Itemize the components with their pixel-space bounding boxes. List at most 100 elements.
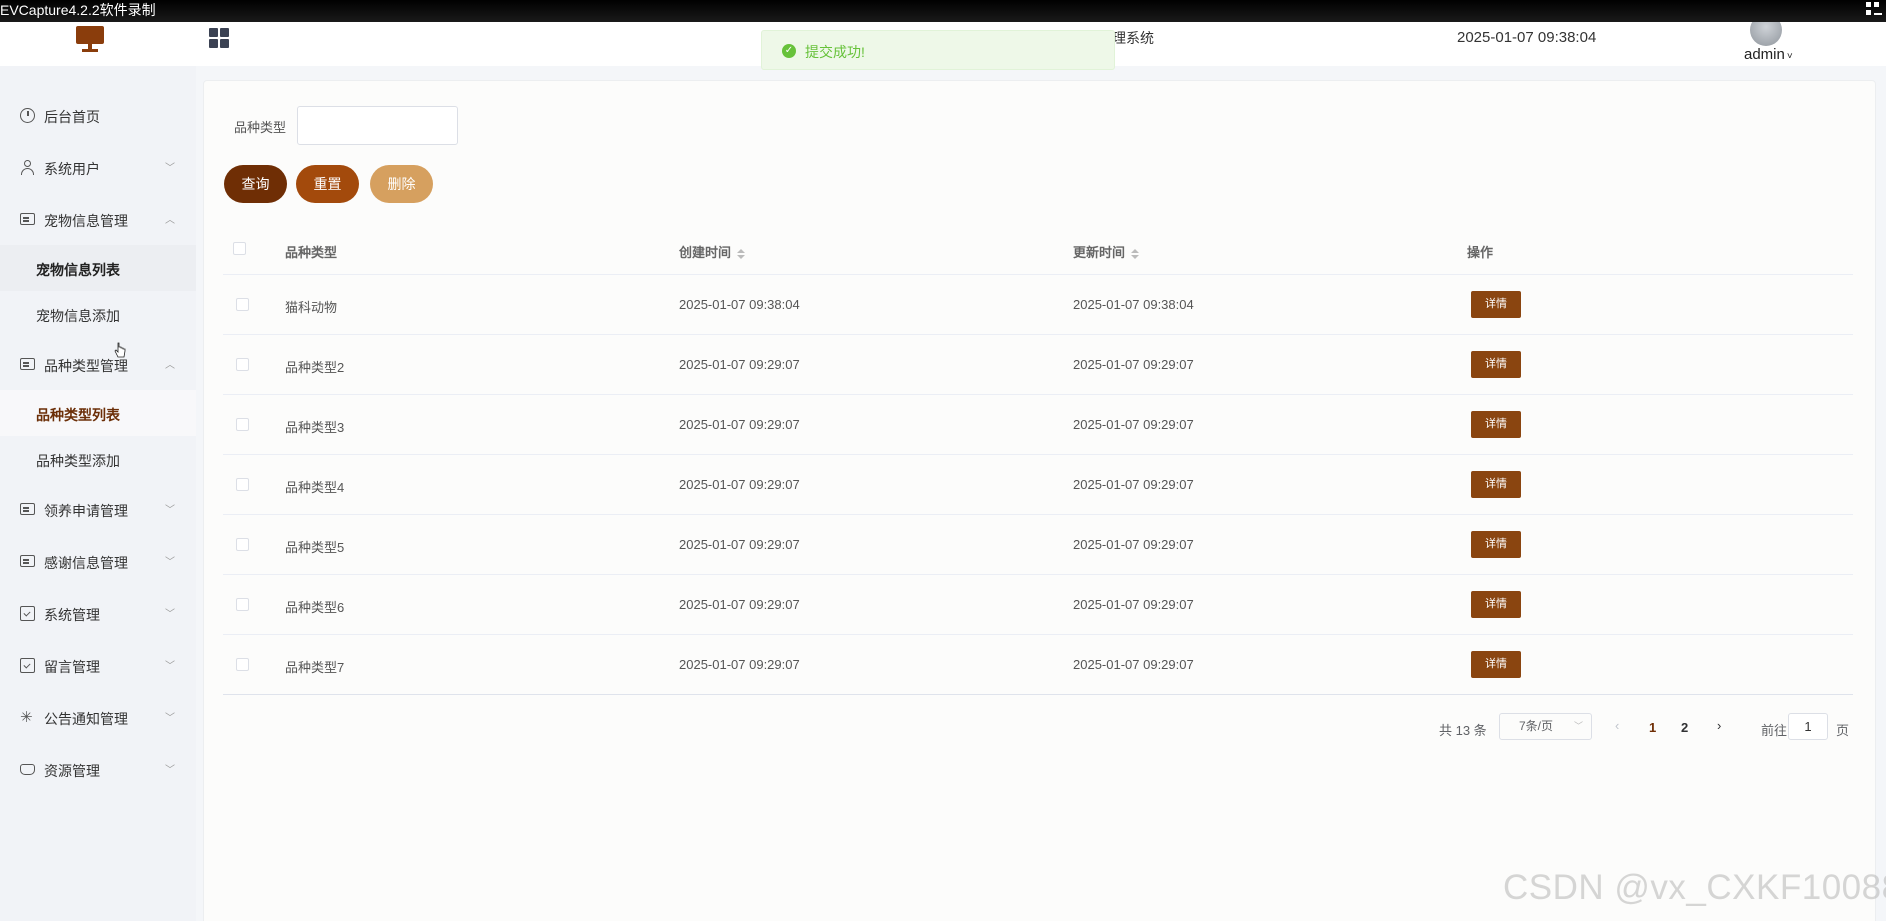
detail-button[interactable]: 详情 (1471, 651, 1521, 678)
pagination: 共 13 条 7条/页 ﹀ ‹ 1 2 › 前往 页 (1439, 713, 1859, 741)
page-size-value: 7条/页 (1519, 719, 1554, 733)
toast-message: 提交成功! (805, 44, 865, 60)
sidebar-item-resources[interactable]: 资源管理 ﹀ (0, 749, 196, 789)
detail-button[interactable]: 详情 (1471, 471, 1521, 498)
page-number-2[interactable]: 2 (1681, 720, 1688, 735)
goto-page-input[interactable] (1788, 713, 1828, 740)
table-header: 品种类型 创建时间 更新时间 操作 (223, 223, 1853, 275)
prev-page-icon[interactable]: ‹ (1615, 718, 1619, 733)
monitor-logo-icon (76, 26, 104, 52)
cell-type: 品种类型6 (285, 600, 345, 615)
detail-button[interactable]: 详情 (1471, 351, 1521, 378)
user-icon (20, 160, 35, 175)
sidebar-item-home[interactable]: 后台首页 (0, 95, 196, 135)
sidebar-subitem-pet-list[interactable]: 宠物信息列表 (0, 245, 196, 291)
sidebar-item-breed-types[interactable]: 品种类型管理 ︿ (0, 344, 196, 384)
row-checkbox[interactable] (236, 418, 249, 431)
sidebar: 后台首页 系统用户 ﹀ 宠物信息管理 ︿ 宠物信息列表 宠物信息添加 品种类型管… (0, 66, 196, 921)
detail-button[interactable]: 详情 (1471, 531, 1521, 558)
user-menu[interactable]: admin ˅ (1744, 46, 1793, 63)
query-button[interactable]: 查询 (224, 165, 287, 203)
column-header-created[interactable]: 创建时间 (679, 242, 746, 261)
cell-created: 2025-01-07 09:29:07 (679, 537, 800, 552)
sort-icon[interactable] (737, 248, 746, 259)
page-number-1[interactable]: 1 (1649, 720, 1656, 735)
table-row: 品种类型3 2025-01-07 09:29:07 2025-01-07 09:29… (223, 395, 1853, 455)
column-header-action: 操作 (1467, 245, 1494, 260)
cell-created: 2025-01-07 09:29:07 (679, 417, 800, 432)
sidebar-item-label: 资源管理 (44, 763, 100, 779)
system-title: 理系统 (1112, 30, 1154, 46)
next-page-icon[interactable]: › (1717, 718, 1721, 733)
delete-button[interactable]: 删除 (370, 165, 433, 203)
check-circle-icon: ✓ (782, 44, 796, 58)
cell-type: 品种类型5 (285, 540, 345, 555)
table-row: 品种类型4 2025-01-07 09:29:07 2025-01-07 09:29… (223, 455, 1853, 515)
reset-button[interactable]: 重置 (296, 165, 359, 203)
cell-type: 品种类型7 (285, 660, 345, 675)
sidebar-item-system[interactable]: 系统管理 ﹀ (0, 593, 196, 633)
sidebar-item-label: 后台首页 (44, 109, 100, 125)
detail-button[interactable]: 详情 (1471, 291, 1521, 318)
chevron-down-icon: ﹀ (165, 163, 175, 174)
sidebar-item-notices[interactable]: ✳ 公告通知管理 ﹀ (0, 697, 196, 737)
cell-created: 2025-01-07 09:29:07 (679, 597, 800, 612)
spark-icon: ✳ (20, 709, 33, 726)
watermark: CSDN @vx_CXKF10088 (1503, 868, 1886, 907)
sidebar-item-label: 系统用户 (44, 161, 100, 177)
recorder-collapse-icon[interactable] (1866, 2, 1882, 18)
sidebar-subitem-breed-add[interactable]: 品种类型添加 (0, 436, 196, 482)
cell-updated: 2025-01-07 09:29:07 (1073, 537, 1194, 552)
breed-type-search-input[interactable] (297, 106, 458, 145)
cell-type: 品种类型4 (285, 480, 345, 495)
sidebar-item-label: 领养申请管理 (44, 503, 128, 519)
cell-created: 2025-01-07 09:29:07 (679, 657, 800, 672)
select-all-checkbox[interactable] (233, 242, 246, 255)
sidebar-subitem-breed-list[interactable]: 品种类型列表 (0, 390, 196, 436)
sidebar-subitem-pet-add[interactable]: 宠物信息添加 (0, 291, 196, 337)
detail-button[interactable]: 详情 (1471, 411, 1521, 438)
header-datetime: 2025-01-07 09:38:04 (1457, 29, 1597, 46)
sidebar-item-messages[interactable]: 留言管理 ﹀ (0, 645, 196, 685)
cell-created: 2025-01-07 09:38:04 (679, 297, 800, 312)
pagination-total: 共 13 条 (1439, 723, 1487, 738)
page-size-select[interactable]: 7条/页 ﹀ (1499, 713, 1592, 740)
column-header-type: 品种类型 (285, 245, 338, 260)
menu-toggle-grid-icon[interactable] (209, 28, 229, 48)
clock-icon (20, 108, 35, 123)
row-checkbox[interactable] (236, 658, 249, 671)
column-header-label: 创建时间 (679, 245, 732, 260)
column-header-updated[interactable]: 更新时间 (1073, 242, 1140, 261)
card-icon (20, 213, 35, 225)
row-checkbox[interactable] (236, 538, 249, 551)
table-row: 品种类型7 2025-01-07 09:29:07 2025-01-07 09:29… (223, 635, 1853, 695)
cell-updated: 2025-01-07 09:29:07 (1073, 477, 1194, 492)
sidebar-item-adoption[interactable]: 领养申请管理 ﹀ (0, 489, 196, 529)
table-row: 品种类型5 2025-01-07 09:29:07 2025-01-07 09:29… (223, 515, 1853, 575)
hand-cursor-icon (114, 342, 126, 358)
detail-button[interactable]: 详情 (1471, 591, 1521, 618)
sidebar-item-thanks[interactable]: 感谢信息管理 ﹀ (0, 541, 196, 581)
sidebar-item-label: 宠物信息管理 (44, 213, 128, 229)
row-checkbox[interactable] (236, 478, 249, 491)
sidebar-item-system-users[interactable]: 系统用户 ﹀ (0, 147, 196, 187)
sidebar-item-label: 公告通知管理 (44, 711, 128, 727)
recorder-title: EVCapture4.2.2软件录制 (0, 2, 156, 18)
card-icon (20, 555, 35, 567)
row-checkbox[interactable] (236, 598, 249, 611)
user-name: admin (1744, 46, 1785, 63)
cell-created: 2025-01-07 09:29:07 (679, 477, 800, 492)
sidebar-item-pet-info[interactable]: 宠物信息管理 ︿ (0, 199, 196, 239)
chevron-down-icon: ﹀ (165, 557, 175, 568)
sidebar-subitem-label: 品种类型添加 (36, 453, 120, 469)
cell-updated: 2025-01-07 09:29:07 (1073, 597, 1194, 612)
row-checkbox[interactable] (236, 298, 249, 311)
content-panel: 品种类型 查询 重置 删除 品种类型 创建时间 更新时间 操作 猫科动物 2025… (203, 80, 1876, 921)
column-header-label: 更新时间 (1073, 245, 1126, 260)
chevron-up-icon: ︿ (165, 360, 175, 371)
goto-label: 前往 (1761, 723, 1788, 738)
sort-icon[interactable] (1131, 248, 1140, 259)
success-toast: ✓ 提交成功! (761, 30, 1115, 70)
row-checkbox[interactable] (236, 358, 249, 371)
cell-updated: 2025-01-07 09:29:07 (1073, 417, 1194, 432)
